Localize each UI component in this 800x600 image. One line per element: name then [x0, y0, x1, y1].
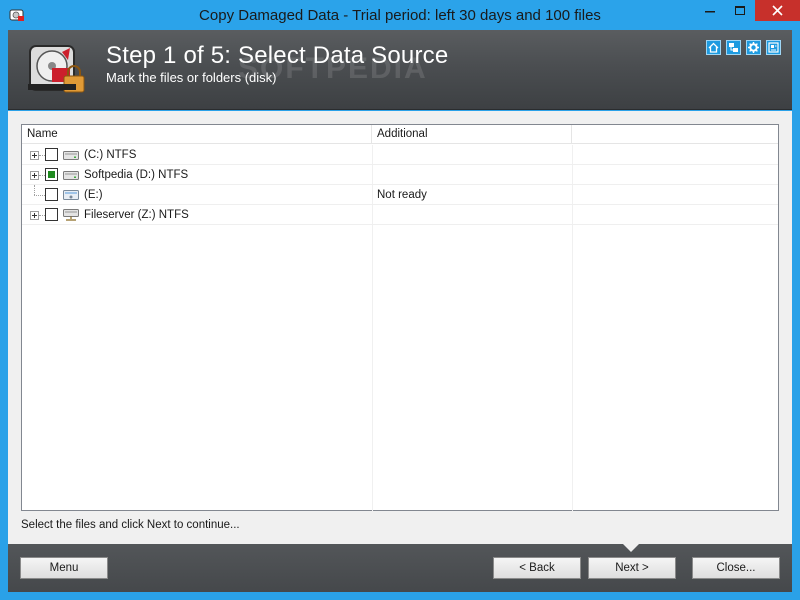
row-additional: Not ready	[377, 189, 427, 201]
step-header: SOFTPEDIA Step 1 of 5: Select Data Sourc…	[8, 30, 792, 110]
column-header-name[interactable]: Name	[22, 125, 372, 144]
network-drive-icon	[63, 209, 79, 221]
row-checkbox[interactable]	[45, 148, 58, 161]
settings-button[interactable]	[746, 40, 761, 55]
tree-row-e-drive[interactable]: (E:) Not ready	[22, 185, 778, 205]
app-window: Copy Damaged Data - Trial period: left 3…	[0, 0, 800, 600]
back-button[interactable]: < Back	[493, 557, 581, 579]
status-hint: Select the files and click Next to conti…	[21, 519, 240, 531]
row-name: Fileserver (Z:) NTFS	[84, 209, 189, 221]
hard-drive-logo-icon	[28, 45, 85, 93]
network-button[interactable]	[726, 40, 741, 55]
menu-button[interactable]: Menu	[20, 557, 108, 579]
row-name: (C:) NTFS	[84, 149, 137, 161]
gear-icon	[748, 42, 759, 53]
expand-toggle[interactable]	[30, 151, 39, 160]
column-header-additional[interactable]: Additional	[372, 125, 572, 144]
next-button[interactable]: Next >	[588, 557, 676, 579]
content-panel: Name Additional (C:) NTFS Softpedia (D:)…	[8, 111, 792, 544]
row-name: (E:)	[84, 189, 103, 201]
page-title: Step 1 of 5: Select Data Source	[106, 42, 449, 69]
button-bar: Menu < Back Next > Close...	[8, 543, 792, 592]
minimize-icon	[705, 11, 715, 13]
network-icon	[729, 43, 738, 52]
row-checkbox[interactable]	[45, 188, 58, 201]
expand-toggle[interactable]	[30, 211, 39, 220]
home-button[interactable]	[706, 40, 721, 55]
tree-row-d-drive[interactable]: Softpedia (D:) NTFS	[22, 165, 778, 185]
row-name: Softpedia (D:) NTFS	[84, 169, 189, 181]
info-button[interactable]	[766, 40, 781, 55]
maximize-button[interactable]	[725, 0, 755, 22]
row-checkbox[interactable]	[45, 208, 58, 221]
tree-row-z-drive[interactable]: Fileserver (Z:) NTFS	[22, 205, 778, 225]
row-checkbox[interactable]	[45, 168, 58, 181]
close-button[interactable]: Close...	[692, 557, 780, 579]
hard-drive-icon	[63, 171, 79, 180]
home-icon	[708, 42, 719, 53]
maximize-icon	[735, 6, 745, 15]
tree-connector	[34, 185, 35, 195]
column-header-filler	[572, 125, 778, 144]
optical-drive-icon	[63, 190, 79, 200]
expand-toggle[interactable]	[30, 171, 39, 180]
close-icon	[772, 5, 783, 16]
info-icon	[768, 42, 779, 53]
data-source-tree[interactable]: Name Additional (C:) NTFS Softpedia (D:)…	[21, 124, 779, 511]
title-bar[interactable]: Copy Damaged Data - Trial period: left 3…	[0, 0, 800, 30]
tree-connector	[34, 195, 45, 196]
close-window-button[interactable]	[755, 0, 800, 21]
page-subtitle: Mark the files or folders (disk)	[106, 70, 277, 85]
step-pointer	[622, 543, 640, 552]
tree-row-c-drive[interactable]: (C:) NTFS	[22, 145, 778, 165]
minimize-button[interactable]	[695, 0, 725, 22]
window-title: Copy Damaged Data - Trial period: left 3…	[199, 7, 601, 24]
hard-drive-icon	[63, 151, 79, 160]
